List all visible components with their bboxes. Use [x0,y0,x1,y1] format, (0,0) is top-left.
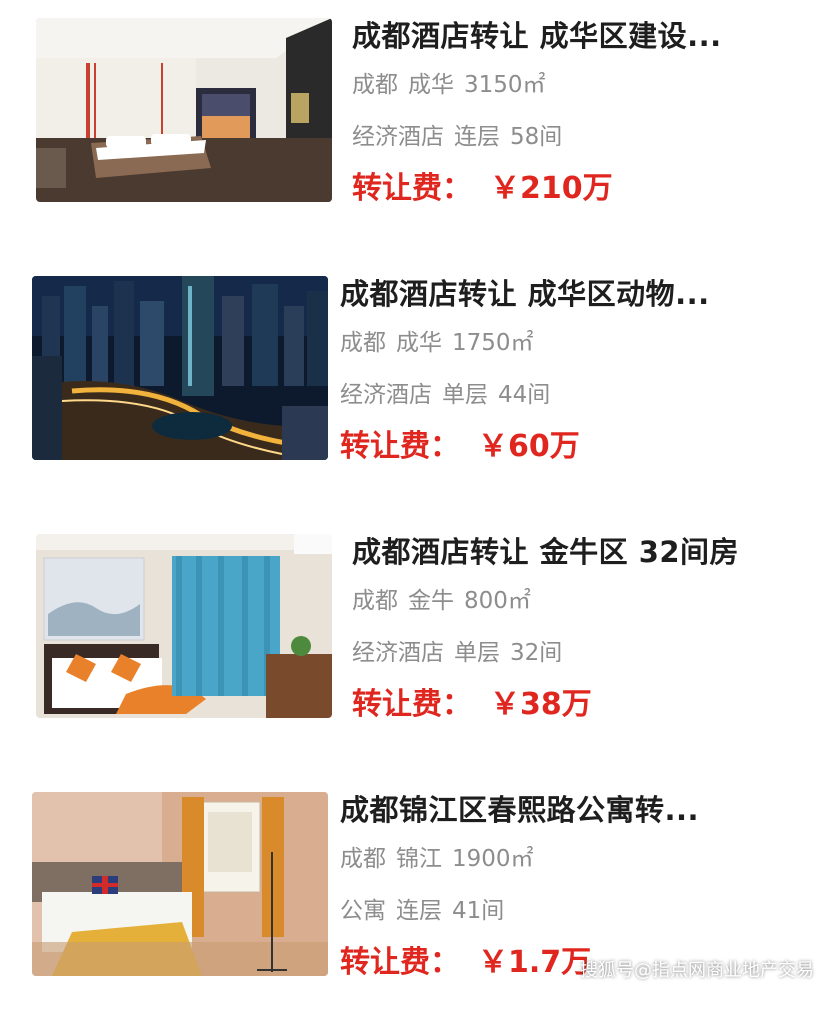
listing-location: 成都 锦江 1900㎡ [340,848,544,871]
listing-floors: 连层 [396,898,442,924]
listing-card[interactable]: 成都酒店转让 成华区动物... 成都 成华 1750㎡ 经济酒店 单层 44间 转让费：… [0,258,828,498]
listing-rooms: 58间 [510,124,563,150]
listing-floors: 单层 [442,382,488,408]
listing-district: 成华 [408,72,454,98]
listing-district: 锦江 [396,846,442,872]
listing-location: 成都 成华 1750㎡ [340,332,544,355]
listing-type: 经济酒店 [340,382,432,408]
city-night-skyline-photo [32,276,328,460]
listing-title[interactable]: 成都酒店转让 金牛区 32间房 [352,538,739,567]
price-label: 转让费： [340,429,460,464]
listing-type: 经济酒店 [352,124,444,150]
listing-title[interactable]: 成都酒店转让 成华区建设... [352,22,722,51]
listing-thumbnail[interactable] [32,792,328,976]
listing-price: 转让费： ￥38万 [352,690,592,720]
listing-rooms: 44间 [498,382,551,408]
listing-city: 成都 [340,846,386,872]
listing-specs: 经济酒店 连层 58间 [352,126,572,149]
listing-price: 转让费： ￥1.7万 [340,948,591,978]
listing-floors: 连层 [454,124,500,150]
listing-city: 成都 [340,330,386,356]
listing-specs: 经济酒店 单层 32间 [352,642,572,665]
listing-specs: 公寓 连层 41间 [340,900,514,923]
listing-title[interactable]: 成都酒店转让 成华区动物... [340,280,710,309]
listing-area: 800㎡ [464,588,531,614]
listing-price: 转让费： ￥60万 [340,432,580,462]
hotel-room-photo [36,18,332,202]
listing-city: 成都 [352,588,398,614]
listing-area: 1900㎡ [452,846,534,872]
listing-type: 公寓 [340,898,386,924]
price-value: ￥210万 [490,171,613,206]
listing-floors: 单层 [454,640,500,666]
hotel-room-blue-curtain-photo [36,534,332,718]
watermark: 搜狐号@指点网商业地产交易 [580,960,814,981]
listing-title[interactable]: 成都锦江区春熙路公寓转... [340,796,699,825]
listing-price: 转让费： ￥210万 [352,174,613,204]
listing-location: 成都 金牛 800㎡ [352,590,541,613]
listing-city: 成都 [352,72,398,98]
listing-district: 成华 [396,330,442,356]
listing-area: 1750㎡ [452,330,534,356]
listing-location: 成都 成华 3150㎡ [352,74,556,97]
listing-thumbnail[interactable] [36,18,332,202]
price-label: 转让费： [352,171,472,206]
listing-type: 经济酒店 [352,640,444,666]
listing-rooms: 32间 [510,640,563,666]
apartment-bedroom-photo [32,792,328,976]
price-value: ￥1.7万 [478,945,592,980]
listing-district: 金牛 [408,588,454,614]
price-value: ￥60万 [478,429,580,464]
listing-card[interactable]: 成都酒店转让 金牛区 32间房 成都 金牛 800㎡ 经济酒店 单层 32间 转让费： ￥… [0,516,828,756]
listing-area: 3150㎡ [464,72,546,98]
listing-rooms: 41间 [452,898,505,924]
listing-thumbnail[interactable] [36,534,332,718]
price-label: 转让费： [352,687,472,722]
price-value: ￥38万 [490,687,592,722]
price-label: 转让费： [340,945,460,980]
listing-thumbnail[interactable] [32,276,328,460]
listing-card[interactable]: 成都酒店转让 成华区建设... 成都 成华 3150㎡ 经济酒店 连层 58间 转让费：… [0,0,828,240]
listing-specs: 经济酒店 单层 44间 [340,384,560,407]
